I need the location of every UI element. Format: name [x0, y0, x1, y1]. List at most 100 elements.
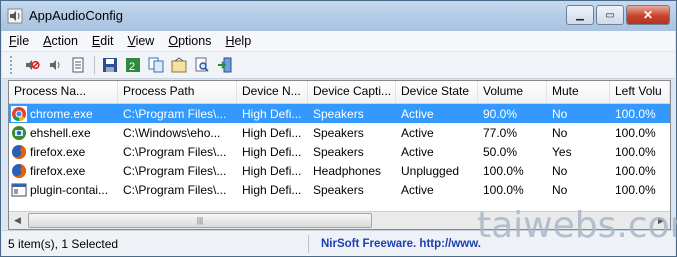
grip-icon: |||: [196, 216, 204, 225]
watermark: taiwebs.com: [477, 205, 677, 246]
mute: Yes: [552, 144, 572, 159]
save-button[interactable]: [99, 54, 121, 76]
left-volume: 100.0%: [615, 163, 656, 178]
toolbar-grip[interactable]: [10, 56, 15, 74]
table-row[interactable]: ehshell.exe C:\Windows\eho... High Defi.…: [9, 123, 670, 142]
menu-file[interactable]: File: [2, 34, 36, 48]
properties-button[interactable]: [67, 54, 89, 76]
speaker-app-icon: [7, 8, 23, 24]
firefox-icon: [12, 163, 27, 178]
mute-icon: [26, 60, 40, 70]
export-button[interactable]: 2: [122, 54, 144, 76]
process-name: ehshell.exe: [30, 125, 91, 140]
column-header-device-caption[interactable]: Device Capti...: [308, 81, 396, 103]
unmute-icon: [50, 60, 60, 70]
copy-button[interactable]: [145, 54, 167, 76]
mute: No: [552, 163, 568, 178]
html-report-button[interactable]: [168, 54, 190, 76]
mute: No: [552, 106, 568, 121]
ehshell-icon: [12, 125, 26, 140]
minimize-icon: ▁: [576, 9, 584, 21]
device-name: High Defi...: [242, 163, 302, 178]
svg-text:2: 2: [129, 61, 135, 73]
title-bar[interactable]: AppAudioConfig ▁ ▭ ✕: [1, 1, 676, 31]
volume: 77.0%: [483, 125, 518, 140]
device-state: Active: [401, 144, 434, 159]
menu-action[interactable]: Action: [36, 34, 85, 48]
process-path: C:\Program Files\...: [123, 144, 227, 159]
process-name: firefox.exe: [30, 163, 86, 178]
device-state: Unplugged: [401, 163, 460, 178]
menu-view[interactable]: View: [120, 34, 161, 48]
column-header-device-state[interactable]: Device State: [396, 81, 478, 103]
device-name: High Defi...: [242, 144, 302, 159]
chrome-icon: [11, 105, 27, 122]
scrollbar-thumb[interactable]: |||: [28, 213, 372, 228]
mute: No: [552, 182, 568, 197]
device-caption: Speakers: [313, 144, 364, 159]
device-caption: Headphones: [313, 163, 382, 178]
column-header-process-path[interactable]: Process Path: [118, 81, 237, 103]
properties-icon: [72, 57, 84, 73]
volume: 50.0%: [483, 144, 518, 159]
window-title: AppAudioConfig: [29, 8, 123, 23]
toolbar-separator: [94, 56, 95, 74]
process-path: C:\Windows\eho...: [123, 125, 221, 140]
copy-icon: [148, 57, 164, 73]
column-header-process-name[interactable]: Process Na...: [9, 81, 118, 103]
column-header-volume[interactable]: Volume: [478, 81, 547, 103]
left-volume: 100.0%: [615, 182, 656, 197]
save-icon: [103, 58, 117, 72]
process-name: firefox.exe: [30, 144, 86, 159]
minimize-button[interactable]: ▁: [566, 5, 594, 25]
left-volume: 100.0%: [615, 125, 656, 140]
volume: 100.0%: [483, 163, 524, 178]
scroll-left-button[interactable]: ◀: [9, 212, 26, 229]
nirsoft-link[interactable]: NirSoft Freeware. http://www.: [309, 238, 481, 250]
process-path: C:\Program Files\...: [123, 106, 227, 121]
device-state: Active: [401, 106, 434, 121]
table-row[interactable]: plugin-contai... C:\Program Files\... Hi…: [9, 180, 670, 199]
toolbar: 2: [2, 52, 675, 79]
device-name: High Defi...: [242, 125, 302, 140]
column-header-mute[interactable]: Mute: [547, 81, 610, 103]
table-row[interactable]: chrome.exe C:\Program Files\... High Def…: [9, 104, 670, 123]
exit-button[interactable]: [214, 54, 236, 76]
maximize-icon: ▭: [605, 9, 615, 21]
mute-button[interactable]: [21, 54, 43, 76]
firefox-icon: [12, 144, 27, 159]
mute: No: [552, 125, 568, 140]
export-icon: 2: [126, 58, 140, 73]
column-header-left-volume[interactable]: Left Volu: [610, 81, 670, 103]
table-row[interactable]: firefox.exe C:\Program Files\... High De…: [9, 161, 670, 180]
app-window: AppAudioConfig ▁ ▭ ✕ File Action Edit Vi…: [0, 0, 677, 257]
process-path: C:\Program Files\...: [123, 163, 227, 178]
close-button[interactable]: ✕: [626, 5, 670, 25]
process-name: plugin-contai...: [30, 182, 109, 197]
find-icon: [195, 57, 209, 72]
unmute-button[interactable]: [44, 54, 66, 76]
plugin-icon: [11, 183, 27, 196]
exit-icon: [218, 57, 232, 73]
device-state: Active: [401, 182, 434, 197]
find-button[interactable]: [191, 54, 213, 76]
device-caption: Speakers: [313, 182, 364, 197]
process-path: C:\Program Files\...: [123, 182, 227, 197]
html-report-icon: [171, 57, 187, 73]
list-header: Process Na... Process Path Device N... D…: [9, 81, 670, 104]
maximize-button[interactable]: ▭: [596, 5, 624, 25]
column-header-device-name[interactable]: Device N...: [237, 81, 308, 103]
left-volume: 100.0%: [615, 144, 656, 159]
menu-options[interactable]: Options: [161, 34, 218, 48]
device-caption: Speakers: [313, 106, 364, 121]
volume: 90.0%: [483, 106, 518, 121]
process-name: chrome.exe: [30, 106, 93, 121]
chevron-left-icon: ◀: [14, 215, 21, 225]
menu-bar: File Action Edit View Options Help: [2, 31, 675, 52]
menu-edit[interactable]: Edit: [85, 34, 121, 48]
table-row[interactable]: firefox.exe C:\Program Files\... High De…: [9, 142, 670, 161]
volume: 100.0%: [483, 182, 524, 197]
menu-help[interactable]: Help: [218, 34, 258, 48]
device-name: High Defi...: [242, 182, 302, 197]
status-item-count: 5 item(s), 1 Selected: [2, 234, 309, 253]
